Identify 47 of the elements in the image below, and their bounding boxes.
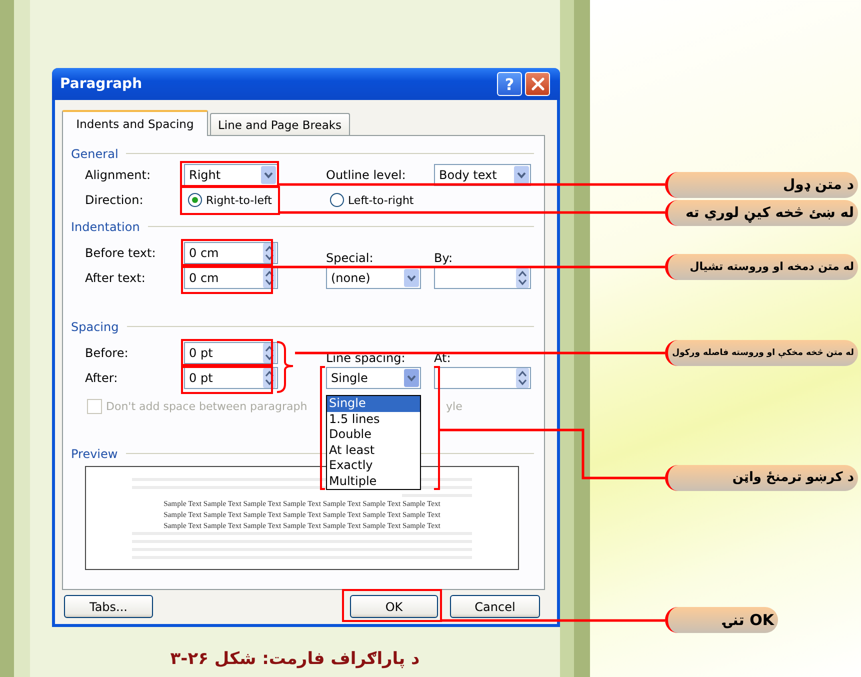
line-spacing-dropdown[interactable]: Single: [326, 367, 421, 389]
spin-field[interactable]: 0 pt: [184, 367, 278, 389]
field-label: Alignment:: [85, 168, 152, 182]
field-label: Special:: [326, 251, 374, 265]
field-label: At:: [434, 351, 452, 365]
field-label: Line spacing:: [326, 351, 406, 365]
radio-button[interactable]: Left-to-right: [330, 193, 414, 207]
dialog-button[interactable]: Tabs...: [64, 595, 153, 618]
alignment-dropdown[interactable]: Right: [184, 164, 278, 186]
dropdown-option[interactable]: Single: [327, 396, 420, 412]
dialog-button[interactable]: OK: [350, 595, 438, 618]
outline-level-dropdown[interactable]: Body text: [434, 164, 531, 186]
spin-field[interactable]: 0 cm: [184, 242, 278, 264]
tab[interactable]: Indents and Spacing: [62, 110, 208, 136]
callout-label: له متن دمخه او وروسته تشيال: [665, 254, 858, 280]
dropdown-option[interactable]: Double: [327, 427, 420, 442]
field-label: Direction:: [85, 193, 144, 207]
field-label: After:: [85, 371, 119, 385]
dropdown-option[interactable]: At least: [327, 442, 420, 458]
radio-button[interactable]: Right-to-left: [188, 193, 272, 207]
tab[interactable]: Line and Page Breaks: [210, 113, 350, 135]
section-heading: Preview: [71, 446, 118, 460]
spin-field[interactable]: 0 cm: [184, 267, 278, 289]
callout-label: د کرښو ترمنځ واټن: [665, 465, 858, 491]
callout-label: د متن ډول: [665, 172, 858, 198]
section-heading: Spacing: [71, 320, 119, 334]
section-heading: General: [71, 146, 118, 160]
help-button[interactable]: ?: [497, 72, 522, 96]
callout-label: له ښئ څخه کيڼ لوري ته: [665, 200, 858, 226]
callout-label: OK تنۍ: [665, 607, 778, 633]
figure-caption: د پاراګراف فارمت: شکل ۲۶-۳: [169, 649, 421, 669]
special-dropdown[interactable]: (none): [326, 267, 421, 289]
dialog-button[interactable]: Cancel: [450, 595, 540, 618]
dropdown-option[interactable]: Exactly: [327, 458, 420, 474]
window-title: Paragraph: [60, 76, 142, 92]
field-label: Before text:: [85, 246, 157, 260]
dropdown-option[interactable]: 1.5 lines: [327, 412, 420, 427]
field-label: Before:: [85, 346, 130, 360]
callout-label: له متن څخه مخکې او وروسته فاصله ورکول: [665, 340, 858, 366]
field-label: Outline level:: [326, 168, 407, 182]
spin-field[interactable]: 0 pt: [184, 342, 278, 364]
checkbox-label: yle: [446, 400, 462, 412]
section-heading: Indentation: [71, 220, 140, 234]
field-label: After text:: [85, 271, 146, 285]
dropdown-option[interactable]: Multiple: [327, 474, 420, 489]
field-label: By:: [434, 251, 454, 265]
checkbox-label: Don't add space between paragraph: [106, 400, 308, 412]
